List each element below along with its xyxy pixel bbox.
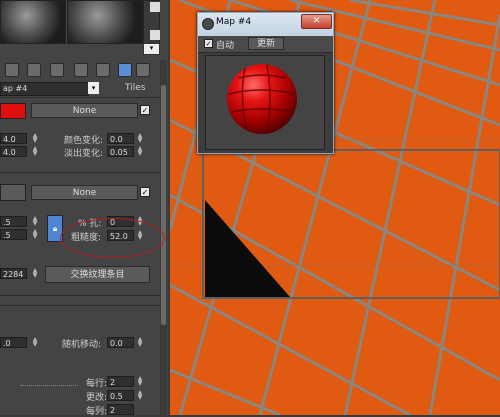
spinner-icon[interactable]: ▲ ▼ bbox=[32, 133, 38, 144]
dialog-toolbar: ✓ 自动 更新 bbox=[198, 36, 333, 53]
dialog-titlebar[interactable]: Map #4 ✕ bbox=[198, 13, 333, 36]
tile-texture-none-button[interactable]: None bbox=[31, 103, 138, 118]
divider bbox=[20, 385, 78, 386]
options-icon[interactable]: ▾ bbox=[143, 43, 160, 55]
grout-color-swatch[interactable] bbox=[0, 184, 26, 201]
reset-map-icon[interactable] bbox=[74, 63, 88, 77]
grout-value-b-field[interactable]: .5 bbox=[0, 229, 27, 240]
spinner-icon[interactable]: ▲ ▼ bbox=[137, 133, 143, 144]
material-slot-2[interactable] bbox=[67, 0, 143, 44]
grout-texture-none-button[interactable]: None bbox=[31, 185, 138, 200]
per-row-label: 每行: bbox=[86, 379, 108, 389]
spinner-icon[interactable]: ▲ ▼ bbox=[32, 146, 38, 157]
go-to-parent-icon[interactable] bbox=[118, 63, 132, 77]
get-material-icon[interactable] bbox=[5, 63, 19, 77]
change-field[interactable]: 0.5 bbox=[107, 390, 134, 401]
spinner-icon[interactable]: ▲ ▼ bbox=[32, 268, 38, 279]
per-column-field[interactable]: 2 bbox=[107, 404, 134, 415]
swap-textures-button[interactable]: 交换纹理条目 bbox=[45, 266, 150, 283]
material-editor-panel: ▾ ap #4 ▾ Tiles None ✓ 4.0 ▲ ▼ 4.0 ▲ ▼ 颜色变… bbox=[0, 0, 168, 417]
tile-texture-checkbox[interactable]: ✓ bbox=[140, 105, 150, 115]
assign-material-icon[interactable] bbox=[50, 63, 64, 77]
update-button[interactable]: 更新 bbox=[248, 37, 284, 50]
close-button[interactable]: ✕ bbox=[301, 14, 332, 29]
go-forward-icon[interactable] bbox=[136, 63, 150, 77]
spinner-icon[interactable]: ▲ ▼ bbox=[32, 216, 38, 227]
per-column-label: 每列: bbox=[86, 407, 108, 417]
spinner-icon[interactable]: ▲ ▼ bbox=[32, 229, 38, 240]
put-material-icon[interactable] bbox=[27, 63, 41, 77]
auto-label: 自动 bbox=[216, 41, 235, 51]
show-map-icon[interactable] bbox=[96, 63, 110, 77]
random-shift-label: 随机移动: bbox=[62, 340, 102, 350]
map-name-text: ap #4 bbox=[3, 84, 28, 93]
color-variance-field[interactable]: 0.0 bbox=[107, 133, 134, 144]
shift-value-field[interactable]: .0 bbox=[0, 337, 27, 348]
annotation-ellipse bbox=[60, 218, 165, 258]
map-name-dropdown-icon[interactable]: ▾ bbox=[88, 82, 99, 94]
preview-sphere bbox=[227, 64, 297, 134]
tile-value-a-field[interactable]: 4.0 bbox=[0, 133, 27, 144]
random-seed-field[interactable]: 2284 bbox=[0, 268, 27, 279]
material-slot-1[interactable] bbox=[0, 0, 66, 44]
backlight-icon[interactable] bbox=[150, 30, 160, 40]
color-variance-label: 颜色变化: bbox=[64, 136, 104, 146]
per-row-field[interactable]: 2 bbox=[107, 376, 134, 387]
map-preview bbox=[205, 55, 325, 150]
change-label: 更改: bbox=[86, 393, 108, 403]
fade-variance-label: 淡出变化: bbox=[64, 149, 104, 159]
auto-checkbox[interactable]: ✓ bbox=[204, 39, 213, 48]
app-icon bbox=[202, 18, 214, 30]
map-preview-dialog: Map #4 ✕ ✓ 自动 更新 bbox=[197, 12, 334, 154]
map-type-label: Tiles bbox=[125, 83, 146, 93]
spinner-icon[interactable]: ▲ ▼ bbox=[137, 390, 143, 401]
grout-texture-checkbox[interactable]: ✓ bbox=[140, 187, 150, 197]
tile-value-b-field[interactable]: 4.0 bbox=[0, 146, 27, 157]
sample-type-icon[interactable] bbox=[150, 2, 160, 12]
dialog-title: Map #4 bbox=[216, 17, 252, 27]
random-shift-field[interactable]: 0.0 bbox=[107, 337, 134, 348]
grout-value-a-field[interactable]: .5 bbox=[0, 216, 27, 227]
sphere-tile-lines bbox=[228, 64, 296, 134]
spinner-icon[interactable]: ▲ ▼ bbox=[32, 337, 38, 348]
spinner-icon[interactable]: ▲ ▼ bbox=[137, 337, 143, 348]
panel-scrollbar-thumb[interactable] bbox=[161, 85, 166, 325]
fade-variance-field[interactable]: 0.05 bbox=[107, 146, 134, 157]
spinner-icon[interactable]: ▲ ▼ bbox=[137, 376, 143, 387]
spinner-icon[interactable]: ▲ ▼ bbox=[137, 146, 143, 157]
tile-color-swatch[interactable] bbox=[0, 103, 26, 119]
map-name-field[interactable]: ap #4 bbox=[0, 82, 89, 96]
